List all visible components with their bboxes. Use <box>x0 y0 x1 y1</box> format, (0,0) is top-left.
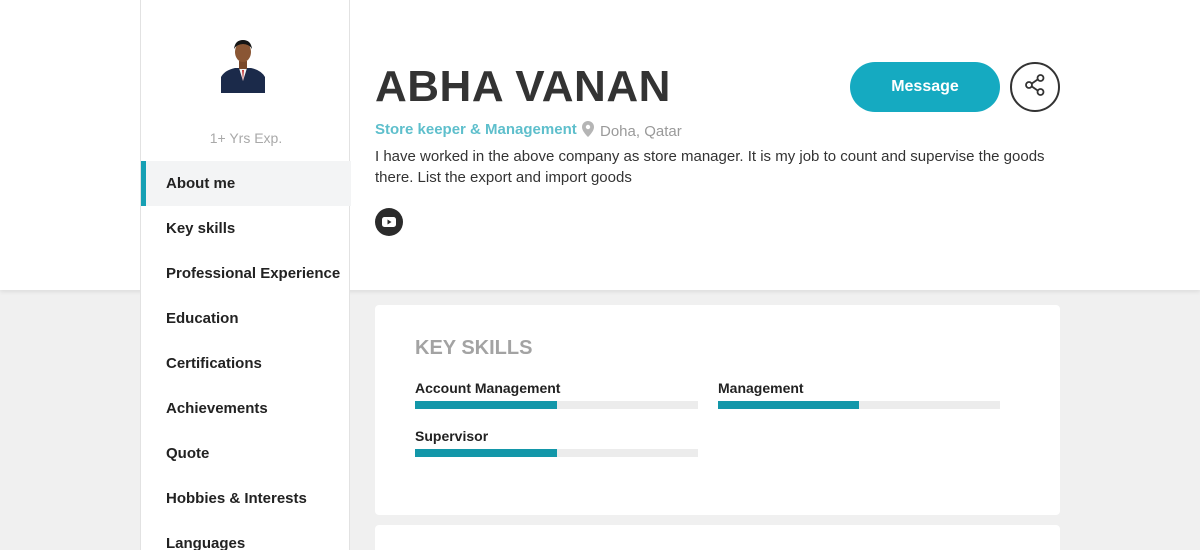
profile-name: ABHA VANAN <box>375 62 671 111</box>
sidebar-item-education[interactable]: Education <box>141 296 351 341</box>
sidebar-item-certifications[interactable]: Certifications <box>141 341 351 386</box>
sidebar-item-hobbies[interactable]: Hobbies & Interests <box>141 476 351 521</box>
profile-location: Doha, Qatar <box>582 121 682 141</box>
skill-bar <box>718 401 1000 409</box>
key-skills-card: KEY SKILLS Account Management Management… <box>375 305 1060 515</box>
share-button[interactable] <box>1010 62 1060 112</box>
sidebar-item-languages[interactable]: Languages <box>141 521 351 550</box>
youtube-icon[interactable] <box>375 208 403 236</box>
skill-bar <box>415 401 698 409</box>
profile-bio: I have worked in the above company as st… <box>375 148 1045 186</box>
skill-fill <box>415 401 557 409</box>
sidebar-item-quote[interactable]: Quote <box>141 431 351 476</box>
sidebar-item-key-skills[interactable]: Key skills <box>141 206 351 251</box>
share-icon <box>1023 73 1047 102</box>
sidebar-item-achievements[interactable]: Achievements <box>141 386 351 431</box>
skill-fill <box>718 401 859 409</box>
skill-item: Management <box>718 379 1000 409</box>
experience-label: 1+ Yrs Exp. <box>209 130 283 146</box>
skill-item: Account Management <box>415 379 698 409</box>
profile-role: Store keeper & Management <box>375 121 577 138</box>
key-skills-title: KEY SKILLS <box>415 337 533 359</box>
skill-bar <box>415 449 698 457</box>
message-button[interactable]: Message <box>850 62 1000 112</box>
sidebar-nav: About me Key skills Professional Experie… <box>141 161 351 550</box>
next-section-card <box>375 525 1060 550</box>
sidebar-item-professional-experience[interactable]: Professional Experience <box>141 251 351 296</box>
location-pin-icon <box>582 121 594 141</box>
sidebar-item-about-me[interactable]: About me <box>141 161 351 206</box>
location-text: Doha, Qatar <box>600 122 682 140</box>
skill-label: Supervisor <box>415 428 489 444</box>
skill-label: Management <box>718 380 804 396</box>
skill-item: Supervisor <box>415 427 698 457</box>
skill-label: Account Management <box>415 380 561 396</box>
avatar <box>221 37 265 93</box>
sidebar: 1+ Yrs Exp. About me Key skills Professi… <box>140 0 351 550</box>
skill-fill <box>415 449 557 457</box>
